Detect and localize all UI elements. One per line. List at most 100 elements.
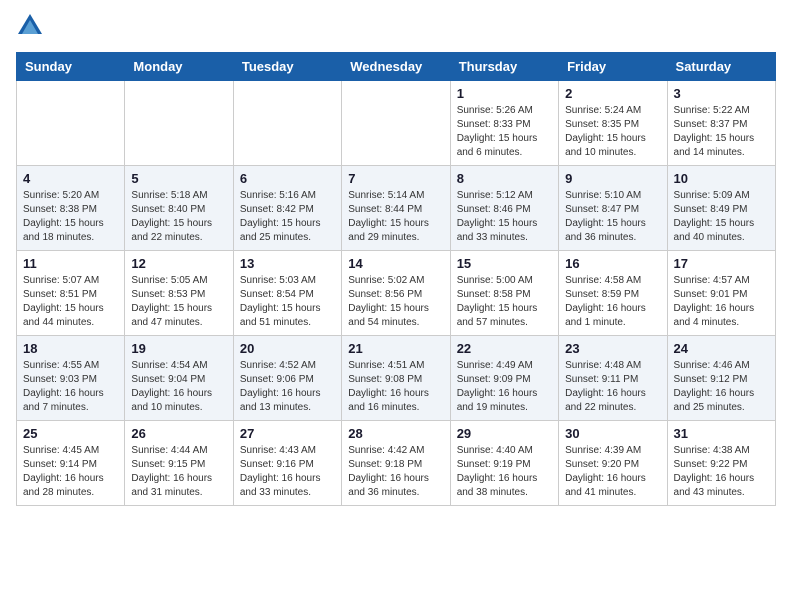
day-info: Sunrise: 5:10 AM Sunset: 8:47 PM Dayligh…	[565, 189, 660, 245]
calendar-cell: 4 Sunrise: 5:20 AM Sunset: 8:38 PM Daylig…	[17, 166, 125, 251]
day-info: Sunrise: 4:58 AM Sunset: 8:59 PM Dayligh…	[565, 274, 660, 330]
calendar-cell: 9 Sunrise: 5:10 AM Sunset: 8:47 PM Daylig…	[559, 166, 667, 251]
day-info: Sunrise: 5:02 AM Sunset: 8:56 PM Dayligh…	[348, 274, 443, 330]
calendar-table: SundayMondayTuesdayWednesdayThursdayFrid…	[16, 52, 776, 506]
day-number: 23	[565, 341, 660, 356]
day-number: 4	[23, 171, 118, 186]
calendar-cell: 28 Sunrise: 4:42 AM Sunset: 9:18 PM Dayli…	[342, 421, 450, 506]
day-number: 26	[131, 426, 226, 441]
calendar-cell	[342, 81, 450, 166]
day-info: Sunrise: 4:55 AM Sunset: 9:03 PM Dayligh…	[23, 359, 118, 415]
calendar-cell: 22 Sunrise: 4:49 AM Sunset: 9:09 PM Dayli…	[450, 336, 558, 421]
day-info: Sunrise: 4:45 AM Sunset: 9:14 PM Dayligh…	[23, 444, 118, 500]
day-info: Sunrise: 5:05 AM Sunset: 8:53 PM Dayligh…	[131, 274, 226, 330]
day-info: Sunrise: 4:44 AM Sunset: 9:15 PM Dayligh…	[131, 444, 226, 500]
day-number: 24	[674, 341, 769, 356]
day-info: Sunrise: 4:49 AM Sunset: 9:09 PM Dayligh…	[457, 359, 552, 415]
day-number: 28	[348, 426, 443, 441]
day-info: Sunrise: 4:39 AM Sunset: 9:20 PM Dayligh…	[565, 444, 660, 500]
calendar-cell: 31 Sunrise: 4:38 AM Sunset: 9:22 PM Dayli…	[667, 421, 775, 506]
day-number: 30	[565, 426, 660, 441]
header	[16, 16, 776, 40]
day-info: Sunrise: 4:40 AM Sunset: 9:19 PM Dayligh…	[457, 444, 552, 500]
calendar-cell: 25 Sunrise: 4:45 AM Sunset: 9:14 PM Dayli…	[17, 421, 125, 506]
day-info: Sunrise: 5:24 AM Sunset: 8:35 PM Dayligh…	[565, 104, 660, 160]
calendar-cell: 23Sunrise: 4:48 AM Sunset: 9:11 PM Dayli…	[559, 336, 667, 421]
calendar-cell	[125, 81, 233, 166]
weekday-header-row: SundayMondayTuesdayWednesdayThursdayFrid…	[17, 53, 776, 81]
calendar-cell: 3 Sunrise: 5:22 AM Sunset: 8:37 PM Daylig…	[667, 81, 775, 166]
weekday-header-wednesday: Wednesday	[342, 53, 450, 81]
weekday-header-thursday: Thursday	[450, 53, 558, 81]
calendar-week-1: 1 Sunrise: 5:26 AM Sunset: 8:33 PM Daylig…	[17, 81, 776, 166]
day-info: Sunrise: 5:12 AM Sunset: 8:46 PM Dayligh…	[457, 189, 552, 245]
calendar-cell: 20 Sunrise: 4:52 AM Sunset: 9:06 PM Dayli…	[233, 336, 341, 421]
day-number: 9	[565, 171, 660, 186]
calendar-cell: 30 Sunrise: 4:39 AM Sunset: 9:20 PM Dayli…	[559, 421, 667, 506]
calendar-cell: 16Sunrise: 4:58 AM Sunset: 8:59 PM Dayli…	[559, 251, 667, 336]
calendar-cell: 8 Sunrise: 5:12 AM Sunset: 8:46 PM Daylig…	[450, 166, 558, 251]
weekday-header-friday: Friday	[559, 53, 667, 81]
calendar-cell: 11Sunrise: 5:07 AM Sunset: 8:51 PM Dayli…	[17, 251, 125, 336]
day-info: Sunrise: 4:52 AM Sunset: 9:06 PM Dayligh…	[240, 359, 335, 415]
day-number: 3	[674, 86, 769, 101]
calendar-cell	[233, 81, 341, 166]
calendar-cell: 14 Sunrise: 5:02 AM Sunset: 8:56 PM Dayli…	[342, 251, 450, 336]
day-number: 27	[240, 426, 335, 441]
calendar-cell: 10 Sunrise: 5:09 AM Sunset: 8:49 PM Dayli…	[667, 166, 775, 251]
calendar-week-5: 25 Sunrise: 4:45 AM Sunset: 9:14 PM Dayli…	[17, 421, 776, 506]
day-number: 5	[131, 171, 226, 186]
logo-icon	[16, 12, 44, 40]
weekday-header-saturday: Saturday	[667, 53, 775, 81]
day-number: 10	[674, 171, 769, 186]
weekday-header-sunday: Sunday	[17, 53, 125, 81]
day-info: Sunrise: 4:51 AM Sunset: 9:08 PM Dayligh…	[348, 359, 443, 415]
calendar-cell: 24 Sunrise: 4:46 AM Sunset: 9:12 PM Dayli…	[667, 336, 775, 421]
calendar-cell: 27Sunrise: 4:43 AM Sunset: 9:16 PM Dayli…	[233, 421, 341, 506]
day-info: Sunrise: 4:46 AM Sunset: 9:12 PM Dayligh…	[674, 359, 769, 415]
day-info: Sunrise: 5:00 AM Sunset: 8:58 PM Dayligh…	[457, 274, 552, 330]
day-info: Sunrise: 5:20 AM Sunset: 8:38 PM Dayligh…	[23, 189, 118, 245]
day-info: Sunrise: 5:18 AM Sunset: 8:40 PM Dayligh…	[131, 189, 226, 245]
calendar-cell: 1 Sunrise: 5:26 AM Sunset: 8:33 PM Daylig…	[450, 81, 558, 166]
day-number: 25	[23, 426, 118, 441]
day-number: 18	[23, 341, 118, 356]
day-number: 13	[240, 256, 335, 271]
day-number: 1	[457, 86, 552, 101]
calendar-cell: 7 Sunrise: 5:14 AM Sunset: 8:44 PM Daylig…	[342, 166, 450, 251]
day-number: 15	[457, 256, 552, 271]
calendar-week-2: 4 Sunrise: 5:20 AM Sunset: 8:38 PM Daylig…	[17, 166, 776, 251]
day-info: Sunrise: 4:57 AM Sunset: 9:01 PM Dayligh…	[674, 274, 769, 330]
day-number: 31	[674, 426, 769, 441]
logo	[16, 16, 48, 40]
calendar-week-4: 18 Sunrise: 4:55 AM Sunset: 9:03 PM Dayli…	[17, 336, 776, 421]
calendar-cell: 21 Sunrise: 4:51 AM Sunset: 9:08 PM Dayli…	[342, 336, 450, 421]
day-info: Sunrise: 4:54 AM Sunset: 9:04 PM Dayligh…	[131, 359, 226, 415]
day-info: Sunrise: 5:22 AM Sunset: 8:37 PM Dayligh…	[674, 104, 769, 160]
day-info: Sunrise: 5:03 AM Sunset: 8:54 PM Dayligh…	[240, 274, 335, 330]
calendar-cell: 26 Sunrise: 4:44 AM Sunset: 9:15 PM Dayli…	[125, 421, 233, 506]
day-number: 17	[674, 256, 769, 271]
calendar-cell: 29 Sunrise: 4:40 AM Sunset: 9:19 PM Dayli…	[450, 421, 558, 506]
day-info: Sunrise: 5:07 AM Sunset: 8:51 PM Dayligh…	[23, 274, 118, 330]
day-info: Sunrise: 4:38 AM Sunset: 9:22 PM Dayligh…	[674, 444, 769, 500]
day-number: 14	[348, 256, 443, 271]
day-info: Sunrise: 5:14 AM Sunset: 8:44 PM Dayligh…	[348, 189, 443, 245]
day-info: Sunrise: 4:42 AM Sunset: 9:18 PM Dayligh…	[348, 444, 443, 500]
calendar-cell: 18 Sunrise: 4:55 AM Sunset: 9:03 PM Dayli…	[17, 336, 125, 421]
day-number: 20	[240, 341, 335, 356]
calendar-cell	[17, 81, 125, 166]
day-number: 2	[565, 86, 660, 101]
day-number: 22	[457, 341, 552, 356]
day-number: 21	[348, 341, 443, 356]
day-info: Sunrise: 5:26 AM Sunset: 8:33 PM Dayligh…	[457, 104, 552, 160]
calendar-cell: 13 Sunrise: 5:03 AM Sunset: 8:54 PM Dayli…	[233, 251, 341, 336]
day-info: Sunrise: 5:09 AM Sunset: 8:49 PM Dayligh…	[674, 189, 769, 245]
day-number: 6	[240, 171, 335, 186]
calendar-cell: 12 Sunrise: 5:05 AM Sunset: 8:53 PM Dayli…	[125, 251, 233, 336]
calendar-cell: 5 Sunrise: 5:18 AM Sunset: 8:40 PM Daylig…	[125, 166, 233, 251]
day-number: 8	[457, 171, 552, 186]
day-number: 7	[348, 171, 443, 186]
day-number: 12	[131, 256, 226, 271]
day-number: 29	[457, 426, 552, 441]
